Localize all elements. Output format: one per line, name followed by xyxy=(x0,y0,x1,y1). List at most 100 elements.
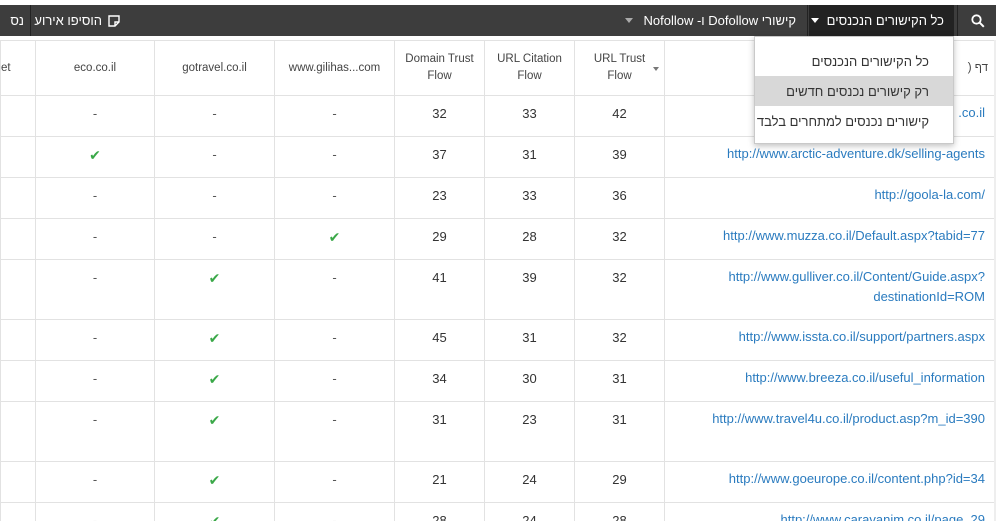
cell-eco: - xyxy=(35,401,155,462)
page-link[interactable]: http://www.gulliver.co.il/Content/Guide.… xyxy=(728,269,985,304)
metric-value: 28 xyxy=(522,229,537,244)
empty-value: - xyxy=(332,106,337,121)
cell-url-citation-flow: 31 xyxy=(484,136,575,178)
column-header-url-trust-flow[interactable]: URL Trust Flow xyxy=(574,40,665,96)
metric-value: 32 xyxy=(432,106,447,121)
incoming-links-filter-label: כל הקישורים הנכנסים xyxy=(826,13,944,28)
cell-domain-trust-flow: 41 xyxy=(394,259,485,320)
cell-gilihas: - xyxy=(274,136,395,178)
metric-value: 32 xyxy=(612,270,627,285)
column-header-truncated[interactable]: et xyxy=(0,40,36,96)
cell-url-trust-flow: 32 xyxy=(574,218,665,260)
empty-value: - xyxy=(332,270,337,285)
cell-gotravel: ✔ xyxy=(154,502,275,521)
metric-value: 39 xyxy=(522,270,537,285)
cell-url-trust-flow: 42 xyxy=(574,95,665,137)
cell-gilihas: - xyxy=(274,360,395,402)
metric-value: 32 xyxy=(612,229,627,244)
cell-eco: - xyxy=(35,95,155,137)
metric-value: 41 xyxy=(432,270,447,285)
cell-eco: - xyxy=(35,177,155,219)
cell-cut xyxy=(0,259,36,320)
empty-value: - xyxy=(212,188,217,203)
chevron-down-icon xyxy=(810,18,819,23)
add-event-button[interactable]: הוסיפו אירוע xyxy=(34,5,120,36)
cell-url-citation-flow: 39 xyxy=(484,259,575,320)
column-header-url-citation-flow[interactable]: URL Citation Flow xyxy=(484,40,575,96)
metric-value: 33 xyxy=(522,106,537,121)
page-link[interactable]: http://www.breeza.co.il/useful_informati… xyxy=(745,370,985,385)
check-icon: ✔ xyxy=(208,412,221,428)
page-link[interactable]: http://www.goeurope.co.il/content.php?id… xyxy=(729,471,985,486)
empty-value: - xyxy=(92,229,98,244)
truncated-toolbar-item[interactable]: נס xyxy=(10,5,24,36)
column-header-gotravel[interactable]: gotravel.co.il xyxy=(154,40,275,96)
column-header-domain-trust-flow[interactable]: Domain Trust Flow xyxy=(394,40,485,96)
metric-value: 31 xyxy=(612,412,627,427)
search-icon xyxy=(971,13,985,28)
menu-item-competitors-only[interactable]: קישורים נכנסים למתחרים בלבד xyxy=(755,106,953,136)
metric-value: 23 xyxy=(432,188,447,203)
table-row: - - - 23 33 36 http://goola-la.com/ xyxy=(0,177,995,219)
metric-value: 31 xyxy=(522,330,537,345)
check-icon: ✔ xyxy=(89,147,101,163)
metric-value: 39 xyxy=(612,147,627,162)
cell-gilihas: ✔ xyxy=(274,218,395,260)
menu-item-new-incoming-only[interactable]: רק קישורים נכנסים חדשים xyxy=(755,76,953,106)
check-icon: ✔ xyxy=(328,229,341,245)
cell-url-citation-flow: 30 xyxy=(484,360,575,402)
cell-page-url: http://www.travel4u.co.il/product.asp?m_… xyxy=(664,401,995,462)
cell-gotravel: ✔ xyxy=(154,360,275,402)
cell-url-trust-flow: 29 xyxy=(574,461,665,503)
cell-domain-trust-flow: 37 xyxy=(394,136,485,178)
page-link[interactable]: http://www.caravanim.co.il/page_29 xyxy=(781,512,986,521)
cell-domain-trust-flow: 28 xyxy=(394,502,485,521)
menu-item-all-incoming[interactable]: כל הקישורים הנכנסים xyxy=(755,46,953,76)
page-link[interactable]: http://www.issta.co.il/support/partners.… xyxy=(739,329,985,344)
cell-url-trust-flow: 28 xyxy=(574,502,665,521)
metric-value: 23 xyxy=(522,412,537,427)
column-header-eco[interactable]: eco.co.il xyxy=(35,40,155,96)
metric-value: 30 xyxy=(522,371,537,386)
page-link[interactable]: http://www.arctic-adventure.dk/selling-a… xyxy=(727,146,985,161)
empty-value: - xyxy=(212,147,217,162)
cell-cut xyxy=(0,319,36,361)
top-toolbar: כל הקישורים הנכנסים קישורי Dofollow ו- N… xyxy=(0,5,996,36)
page-link[interactable]: .co.il xyxy=(958,105,985,120)
page-link[interactable]: http://www.muzza.co.il/Default.aspx?tabi… xyxy=(723,228,985,243)
follow-type-filter-dropdown[interactable]: קישורי Dofollow ו- Nofollow xyxy=(625,5,806,36)
incoming-links-filter-dropdown[interactable]: כל הקישורים הנכנסים xyxy=(809,5,954,36)
metric-value: 24 xyxy=(522,472,537,487)
page-link[interactable]: http://www.travel4u.co.il/product.asp?m_… xyxy=(712,411,985,426)
column-header-url-trust-flow-label: URL Trust Flow xyxy=(593,53,646,82)
empty-value: - xyxy=(332,371,337,386)
truncated-toolbar-label: נס xyxy=(10,13,24,28)
cell-domain-trust-flow: 32 xyxy=(394,95,485,137)
empty-value: - xyxy=(92,330,98,345)
search-button[interactable] xyxy=(960,5,996,36)
metric-value: 36 xyxy=(612,188,627,203)
empty-value: - xyxy=(92,371,98,386)
cell-cut xyxy=(0,401,36,462)
column-header-gilihas[interactable]: www.gilihas...com xyxy=(274,40,395,96)
cell-cut xyxy=(0,360,36,402)
table-row: - - ✔ 29 28 32 http://www.muzza.co.il/Default.… xyxy=(0,218,995,260)
empty-value: - xyxy=(332,188,337,203)
cell-gilihas: - xyxy=(274,95,395,137)
cell-eco: - xyxy=(35,360,155,402)
check-icon: ✔ xyxy=(208,330,221,346)
cell-url-citation-flow: 28 xyxy=(484,218,575,260)
page-link[interactable]: http://goola-la.com/ xyxy=(874,187,985,202)
empty-value: - xyxy=(332,513,337,521)
table-row: - ✔ - 31 23 31 http://www.travel4u.co.il/produ… xyxy=(0,401,995,462)
cell-url-trust-flow: 31 xyxy=(574,360,665,402)
note-icon xyxy=(108,14,120,27)
empty-value: - xyxy=(92,513,98,521)
cell-page-url: http://www.breeza.co.il/useful_informati… xyxy=(664,360,995,402)
metric-value: 45 xyxy=(432,330,447,345)
cell-domain-trust-flow: 45 xyxy=(394,319,485,361)
cell-gilihas: - xyxy=(274,319,395,361)
cell-gotravel: - xyxy=(154,218,275,260)
column-header-domain-trust-flow-label: Domain Trust Flow xyxy=(405,53,474,82)
cell-domain-trust-flow: 21 xyxy=(394,461,485,503)
